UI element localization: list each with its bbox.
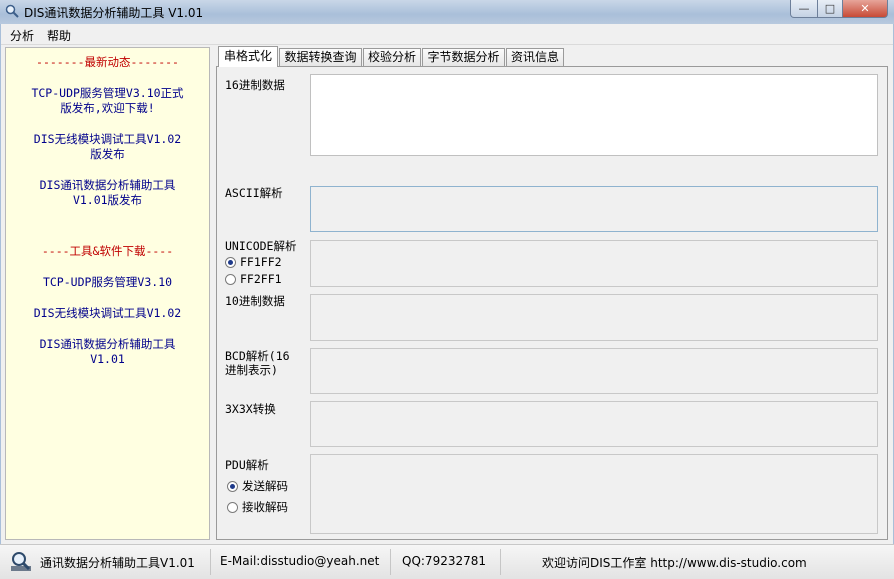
pdu-option-send[interactable]: 发送解码 [227, 478, 288, 494]
tab-string-format[interactable]: 串格式化 [218, 46, 278, 67]
news-link-tcp-udp[interactable]: TCP-UDP服务管理V3.10正式 版发布,欢迎下载! [6, 86, 209, 116]
radio-unselected-icon [225, 273, 236, 285]
3x3x-label: 3X3X转换 [225, 402, 276, 416]
status-app-name: 通讯数据分析辅助工具V1.01 [40, 556, 195, 570]
pdu-output[interactable] [310, 454, 878, 534]
tab-data-conversion[interactable]: 数据转换查询 [279, 48, 362, 66]
radio-label: 发送解码 [242, 479, 288, 493]
unicode-label: UNICODE解析 [225, 239, 297, 253]
hex-input[interactable] [310, 74, 878, 156]
download-link-line: V1.01 [90, 352, 125, 366]
radio-unselected-icon [227, 501, 238, 513]
unicode-option-ff1ff2[interactable]: FF1FF2 [225, 255, 282, 269]
unicode-output[interactable] [310, 240, 878, 287]
status-website: 欢迎访问DIS工作室 http://www.dis-studio.com [542, 556, 807, 570]
news-link-line: V1.01版发布 [72, 193, 143, 207]
pdu-option-receive[interactable]: 接收解码 [227, 499, 288, 515]
download-heading: ----工具&软件下载---- [41, 244, 174, 258]
magnifier-icon [11, 552, 31, 571]
radio-selected-icon [225, 256, 236, 268]
menu-analyze[interactable]: 分析 [10, 27, 34, 44]
download-link-tcp-udp[interactable]: TCP-UDP服务管理V3.10 [6, 275, 209, 290]
news-link-line: 版发布,欢迎下载! [60, 101, 155, 115]
bcd-label: BCD解析(16 进制表示) [225, 349, 290, 377]
news-heading: -------最新动态------- [36, 55, 179, 69]
status-separator [210, 549, 211, 575]
tab-checksum[interactable]: 校验分析 [363, 48, 421, 66]
news-panel: -------最新动态------- TCP-UDP服务管理V3.10正式 版发… [5, 47, 210, 540]
magnifier-icon [5, 4, 19, 18]
maximize-button[interactable]: □ [818, 0, 843, 18]
status-separator [390, 549, 391, 575]
decimal-output[interactable] [310, 294, 878, 341]
download-link-dis-tool[interactable]: DIS通讯数据分析辅助工具 V1.01 [6, 337, 209, 367]
status-qq: QQ:79232781 [402, 554, 487, 568]
news-link-dis-tool[interactable]: DIS通讯数据分析辅助工具 V1.01版发布 [6, 178, 209, 208]
3x3x-output[interactable] [310, 401, 878, 447]
download-link-line: DIS通讯数据分析辅助工具 [39, 337, 176, 351]
minimize-button[interactable]: — [790, 0, 818, 18]
ascii-output[interactable] [310, 186, 878, 232]
menu-bar: 分析 帮助 [0, 24, 894, 45]
tab-panel: 16进制数据 ASCII解析 UNICODE解析 FF1FF2 FF2FF1 1… [216, 66, 888, 540]
tab-byte-analysis[interactable]: 字节数据分析 [422, 48, 505, 66]
title-bar: DIS通讯数据分析辅助工具 V1.01 — □ ✕ [0, 0, 894, 24]
bcd-label-line: 进制表示) [225, 363, 278, 377]
ascii-label: ASCII解析 [225, 186, 283, 200]
radio-label: FF1FF2 [240, 255, 282, 269]
unicode-option-ff2ff1[interactable]: FF2FF1 [225, 272, 282, 286]
status-separator [500, 549, 501, 575]
download-link-line: TCP-UDP服务管理V3.10 [42, 275, 173, 289]
status-email: E-Mail:disstudio@yeah.net [220, 554, 380, 568]
download-link-line: DIS无线模块调试工具V1.02 [33, 306, 182, 320]
news-link-line: DIS通讯数据分析辅助工具 [39, 178, 176, 192]
radio-label: FF2FF1 [240, 272, 282, 286]
news-link-line: DIS无线模块调试工具V1.02 [33, 132, 182, 146]
hex-label: 16进制数据 [225, 78, 285, 92]
radio-label: 接收解码 [242, 500, 288, 514]
bcd-output[interactable] [310, 348, 878, 394]
tab-info[interactable]: 资讯信息 [506, 48, 564, 66]
decimal-label: 10进制数据 [225, 294, 285, 308]
radio-selected-icon [227, 480, 238, 492]
window-title: DIS通讯数据分析辅助工具 V1.01 [24, 6, 204, 20]
download-link-wireless[interactable]: DIS无线模块调试工具V1.02 [6, 306, 209, 321]
news-link-line: TCP-UDP服务管理V3.10正式 [31, 86, 184, 100]
bcd-label-line: BCD解析(16 [225, 349, 290, 363]
news-link-wireless[interactable]: DIS无线模块调试工具V1.02 版发布 [6, 132, 209, 162]
close-button[interactable]: ✕ [843, 0, 888, 18]
pdu-label: PDU解析 [225, 458, 269, 472]
status-bar: 通讯数据分析辅助工具V1.01 E-Mail:disstudio@yeah.ne… [0, 544, 894, 579]
menu-help[interactable]: 帮助 [47, 27, 71, 44]
news-link-line: 版发布 [90, 147, 125, 161]
